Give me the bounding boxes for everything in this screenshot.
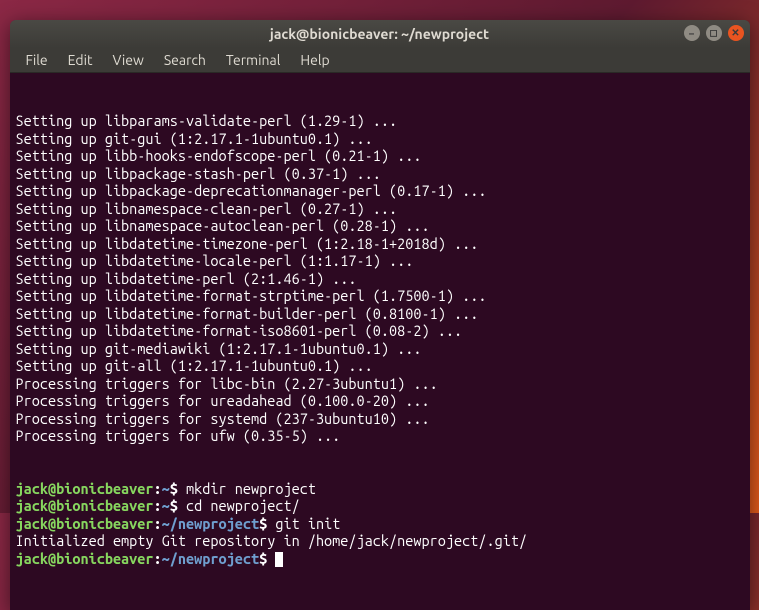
output-line: Processing triggers for ureadahead (0.10… — [16, 392, 744, 410]
cursor — [275, 552, 283, 567]
menubar: File Edit View Search Terminal Help — [10, 48, 750, 73]
menu-view[interactable]: View — [103, 49, 154, 71]
prompt-command: cd newproject/ — [186, 497, 300, 514]
prompt-symbol: $ — [170, 497, 186, 514]
window-title: jack@bionicbeaver: ~/newproject — [270, 26, 489, 42]
prompt-path: ~/newproject — [162, 515, 259, 532]
prompt-line: jack@bionicbeaver:~$ mkdir newproject — [16, 480, 744, 498]
prompt-symbol: $ — [259, 550, 275, 567]
prompt-path: ~/newproject — [162, 550, 259, 567]
terminal-window: jack@bionicbeaver: ~/newproject – ◻ ✕ Fi… — [10, 20, 750, 610]
output-line: Setting up libb-hooks-endofscope-perl (0… — [16, 147, 744, 165]
prompt-userhost: jack@bionicbeaver — [16, 550, 154, 567]
output-line: Setting up libnamespace-autoclean-perl (… — [16, 217, 744, 235]
prompt-userhost: jack@bionicbeaver — [16, 480, 154, 497]
output-line: Setting up libdatetime-format-builder-pe… — [16, 305, 744, 323]
terminal-prompts: jack@bionicbeaver:~$ mkdir newprojectjac… — [16, 480, 744, 568]
output-line: Setting up libdatetime-perl (2:1.46-1) .… — [16, 270, 744, 288]
prompt-line: jack@bionicbeaver:~/newproject$ — [16, 550, 744, 568]
output-line: Setting up libpackage-deprecationmanager… — [16, 182, 744, 200]
output-line: Processing triggers for ufw (0.35-5) ... — [16, 427, 744, 445]
prompt-line: jack@bionicbeaver:~/newproject$ git init — [16, 515, 744, 533]
output-line: Setting up libnamespace-clean-perl (0.27… — [16, 200, 744, 218]
window-controls: – ◻ ✕ — [684, 25, 744, 41]
output-line: Setting up libdatetime-locale-perl (1:1.… — [16, 252, 744, 270]
prompt-symbol: $ — [170, 480, 186, 497]
prompt-path: ~ — [162, 480, 170, 497]
prompt-sep: : — [154, 515, 162, 532]
prompt-command: mkdir newproject — [186, 480, 316, 497]
prompt-path: ~ — [162, 497, 170, 514]
output-line: Initialized empty Git repository in /hom… — [16, 532, 744, 550]
output-line: Setting up libdatetime-format-iso8601-pe… — [16, 322, 744, 340]
output-line: Processing triggers for systemd (237-3ub… — [16, 410, 744, 428]
prompt-userhost: jack@bionicbeaver — [16, 515, 154, 532]
prompt-userhost: jack@bionicbeaver — [16, 497, 154, 514]
prompt-command: git init — [275, 515, 340, 532]
maximize-button[interactable]: ◻ — [706, 25, 722, 41]
menu-edit[interactable]: Edit — [58, 49, 103, 71]
prompt-symbol: $ — [259, 515, 275, 532]
output-line: Setting up git-all (1:2.17.1-1ubuntu0.1)… — [16, 357, 744, 375]
output-line: Setting up git-mediawiki (1:2.17.1-1ubun… — [16, 340, 744, 358]
output-line: Setting up libdatetime-format-strptime-p… — [16, 287, 744, 305]
output-line: Processing triggers for libc-bin (2.27-3… — [16, 375, 744, 393]
minimize-button[interactable]: – — [684, 25, 700, 41]
output-line: Setting up git-gui (1:2.17.1-1ubuntu0.1)… — [16, 130, 744, 148]
output-line: Setting up libpackage-stash-perl (0.37-1… — [16, 165, 744, 183]
terminal-viewport[interactable]: Setting up libparams-validate-perl (1.29… — [10, 73, 750, 610]
prompt-sep: : — [154, 550, 162, 567]
menu-file[interactable]: File — [16, 49, 58, 71]
prompt-sep: : — [154, 480, 162, 497]
menu-search[interactable]: Search — [154, 49, 216, 71]
close-button[interactable]: ✕ — [728, 25, 744, 41]
menu-help[interactable]: Help — [290, 49, 339, 71]
menu-terminal[interactable]: Terminal — [216, 49, 291, 71]
output-line: Setting up libdatetime-timezone-perl (1:… — [16, 235, 744, 253]
prompt-line: jack@bionicbeaver:~$ cd newproject/ — [16, 497, 744, 515]
prompt-sep: : — [154, 497, 162, 514]
terminal-output: Setting up libparams-validate-perl (1.29… — [16, 112, 744, 445]
output-line: Setting up libparams-validate-perl (1.29… — [16, 112, 744, 130]
titlebar[interactable]: jack@bionicbeaver: ~/newproject – ◻ ✕ — [10, 20, 750, 48]
